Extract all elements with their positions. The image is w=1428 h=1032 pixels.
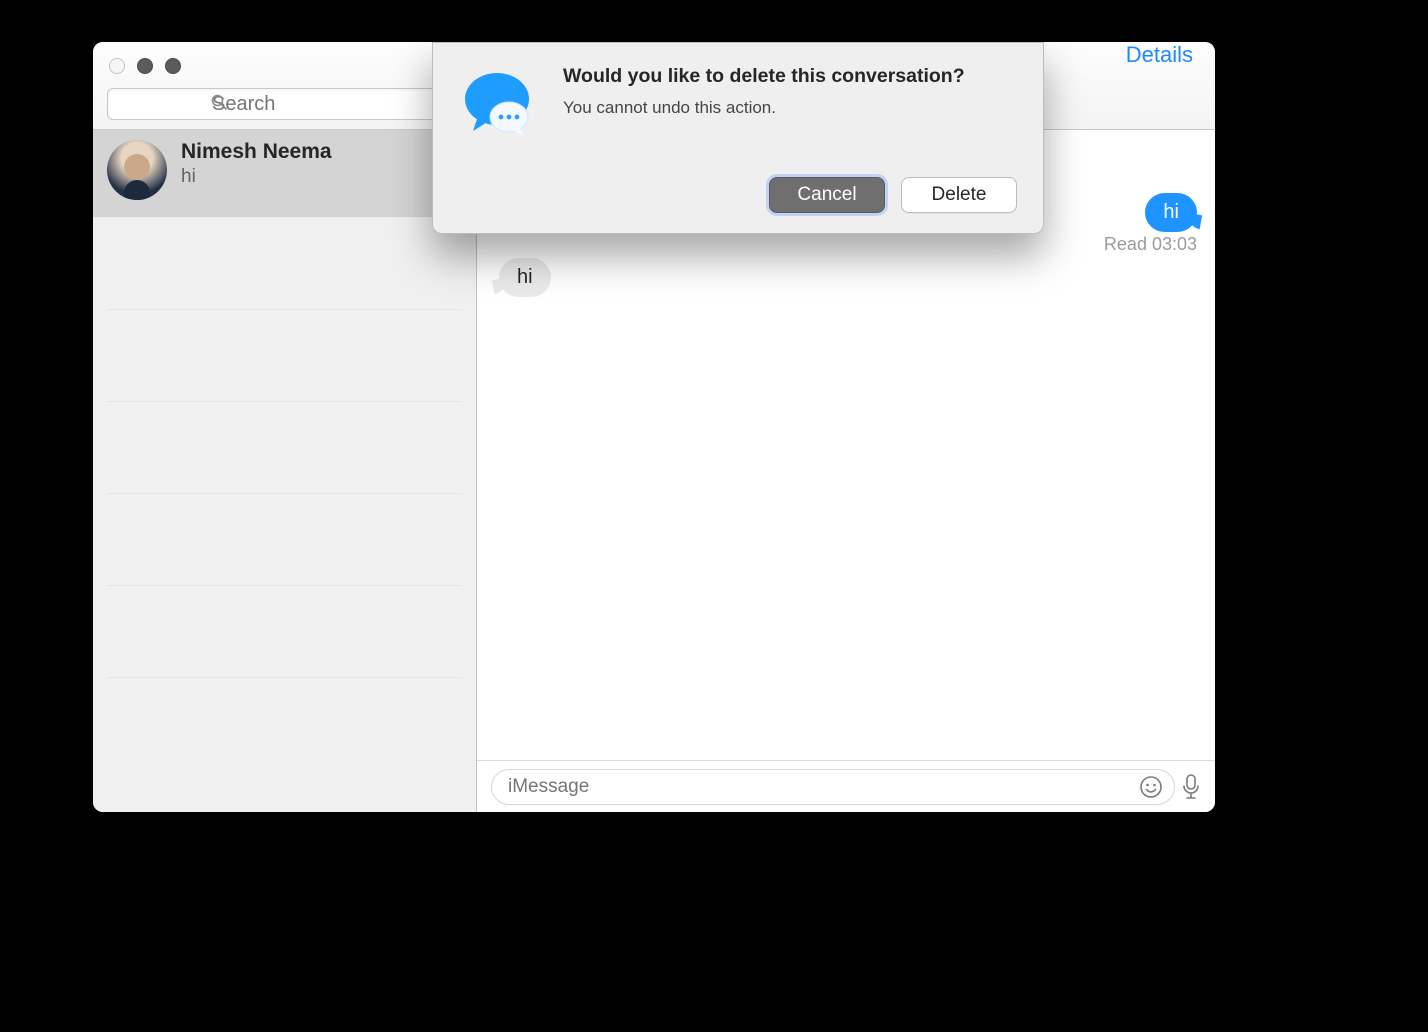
read-receipt: Read 03:03 [1104, 234, 1197, 255]
messages-app-icon [459, 65, 541, 147]
incoming-message-bubble[interactable]: hi [499, 258, 551, 297]
dialog-title: Would you like to delete this conversati… [563, 65, 965, 88]
outgoing-message-text: hi [1163, 201, 1179, 223]
conversation-item[interactable]: Nimesh Neema hi [93, 130, 476, 218]
empty-list-rows [93, 218, 476, 678]
incoming-message-text: hi [517, 266, 533, 288]
conversation-name: Nimesh Neema [181, 140, 332, 164]
delete-button[interactable]: Delete [901, 177, 1017, 213]
compose-bar [477, 760, 1215, 812]
search-icon [211, 94, 227, 110]
conversation-preview: hi [181, 166, 332, 188]
sidebar-header [93, 42, 477, 129]
avatar [107, 140, 167, 200]
microphone-icon[interactable] [1181, 774, 1201, 800]
conversation-list: Nimesh Neema hi [93, 130, 476, 812]
dialog-subtitle: You cannot undo this action. [563, 98, 965, 118]
emoji-icon[interactable] [1139, 775, 1163, 799]
delete-button-label: Delete [932, 184, 987, 206]
message-input[interactable] [491, 769, 1175, 805]
search-input[interactable] [107, 88, 462, 120]
cancel-button[interactable]: Cancel [769, 177, 885, 213]
details-link[interactable]: Details [1126, 42, 1193, 68]
delete-conversation-dialog: Would you like to delete this conversati… [432, 42, 1044, 234]
outgoing-message-bubble[interactable]: hi [1145, 193, 1197, 232]
cancel-button-label: Cancel [797, 184, 856, 206]
sidebar: Nimesh Neema hi [93, 130, 477, 812]
